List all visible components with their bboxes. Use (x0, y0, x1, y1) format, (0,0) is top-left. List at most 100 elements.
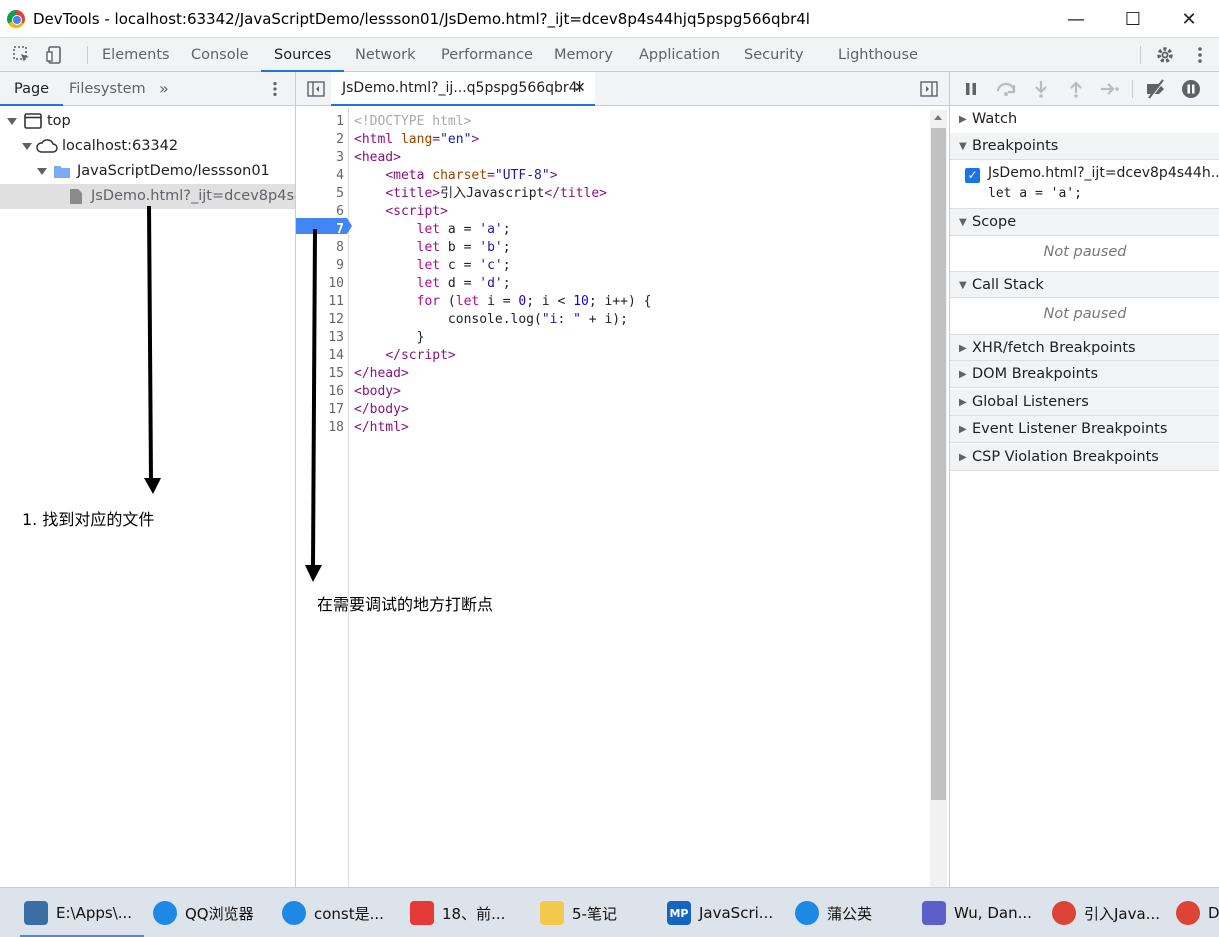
code-line[interactable]: <head> (354, 149, 401, 167)
taskbar-item[interactable]: QQ浏览器 (153, 888, 254, 937)
code-line[interactable]: <!DOCTYPE html> (354, 113, 471, 131)
watch-section-header[interactable]: ▶ Watch (950, 106, 1219, 133)
line-number[interactable]: 8 (296, 239, 344, 257)
code-line[interactable]: </head> (354, 365, 409, 383)
expand-triangle-icon[interactable] (22, 143, 32, 150)
minimize-button[interactable]: — (1053, 0, 1099, 38)
code-line[interactable]: let d = 'd'; (354, 275, 511, 293)
inspect-element-icon[interactable] (12, 45, 32, 65)
event-listener-breakpoints-section-header[interactable]: ▶ Event Listener Breakpoints (950, 416, 1219, 443)
line-number[interactable]: 9 (296, 257, 344, 275)
code-line[interactable]: <script> (354, 203, 448, 221)
more-tabs-icon[interactable]: » (159, 79, 169, 98)
device-toolbar-icon[interactable] (45, 45, 65, 65)
breakpoint-item[interactable]: ✓ JsDemo.html?_ijt=dcev8p4s44h... let a … (950, 161, 1219, 209)
line-number[interactable]: 11 (296, 293, 344, 311)
code-line[interactable]: <meta charset="UTF-8"> (354, 167, 557, 185)
line-number[interactable]: 13 (296, 329, 344, 347)
taskbar-item[interactable]: const是... (282, 888, 384, 937)
code-line[interactable]: <html lang="en"> (354, 131, 479, 149)
breakpoint-checkbox[interactable]: ✓ (965, 168, 980, 183)
pause-on-exceptions-icon[interactable] (1181, 79, 1201, 99)
more-options-icon[interactable] (1190, 45, 1210, 65)
code-line[interactable]: </script> (354, 347, 455, 365)
global-listeners-section-header[interactable]: ▶ Global Listeners (950, 389, 1219, 416)
scroll-up-arrow-icon[interactable] (934, 115, 942, 120)
toggle-navigator-icon[interactable] (307, 80, 325, 98)
line-number[interactable]: 17 (296, 401, 344, 419)
deactivate-breakpoints-icon[interactable] (1145, 79, 1167, 99)
chrome-icon (1176, 901, 1200, 925)
line-number[interactable]: 3 (296, 149, 344, 167)
taskbar-item[interactable]: 5-笔记 (540, 888, 617, 937)
line-number[interactable]: 2 (296, 131, 344, 149)
code-line[interactable]: let a = 'a'; (354, 221, 511, 239)
code-line[interactable]: let b = 'b'; (354, 239, 511, 257)
tab-filesystem[interactable]: Filesystem (69, 72, 146, 106)
tab-console[interactable]: Console (191, 38, 249, 72)
tab-security[interactable]: Security (744, 38, 804, 72)
line-number[interactable]: 12 (296, 311, 344, 329)
code-line[interactable]: let c = 'c'; (354, 257, 511, 275)
tree-node-host[interactable]: localhost:63342 (0, 134, 295, 159)
scope-section-header[interactable]: ▼ Scope (950, 209, 1219, 236)
code-line[interactable]: console.log("i: " + i); (354, 311, 628, 329)
taskbar-item[interactable]: MP JavaScri... (667, 888, 773, 937)
tab-application[interactable]: Application (639, 38, 720, 72)
line-number[interactable]: 6 (296, 203, 344, 221)
line-number[interactable]: 4 (296, 167, 344, 185)
code-line[interactable]: for (let i = 0; i < 10; i++) { (354, 293, 652, 311)
dom-breakpoints-section-header[interactable]: ▶ DOM Breakpoints (950, 361, 1219, 388)
taskbar-item[interactable]: 引入Java... (1052, 888, 1160, 937)
tab-lighthouse[interactable]: Lighthouse (838, 38, 918, 72)
vertical-scrollbar[interactable] (930, 110, 947, 887)
line-number[interactable]: 16 (296, 383, 344, 401)
call-stack-section-header[interactable]: ▼ Call Stack (950, 271, 1219, 298)
breakpoints-section-header[interactable]: ▼ Breakpoints (950, 133, 1219, 160)
tab-memory[interactable]: Memory (554, 38, 613, 72)
line-number[interactable]: 14 (296, 347, 344, 365)
tab-performance[interactable]: Performance (441, 38, 533, 72)
tree-node-top[interactable]: top (0, 109, 295, 134)
step-over-icon[interactable] (995, 81, 1017, 97)
line-number[interactable]: 15 (296, 365, 344, 383)
scrollbar-thumb[interactable] (931, 128, 946, 800)
expand-triangle-icon[interactable] (37, 168, 47, 175)
toggle-debugger-icon[interactable] (920, 80, 938, 98)
gear-icon[interactable] (1155, 45, 1175, 65)
taskbar-item[interactable]: E:\Apps\... (20, 888, 145, 937)
xhr-breakpoints-section-header[interactable]: ▶ XHR/fetch Breakpoints (950, 334, 1219, 361)
taskbar-item[interactable]: D (1176, 888, 1219, 937)
code-line[interactable]: } (354, 329, 425, 347)
taskbar-item[interactable]: 18、前... (410, 888, 505, 937)
tree-node-folder[interactable]: JavaScriptDemo/lessson01 (0, 159, 295, 184)
line-number[interactable]: 5 (296, 185, 344, 203)
close-tab-icon[interactable]: ✕ (574, 72, 586, 104)
line-number[interactable]: 1 (296, 113, 344, 131)
csp-violation-breakpoints-section-header[interactable]: ▶ CSP Violation Breakpoints (950, 444, 1219, 471)
section-title: Breakpoints (972, 138, 1059, 154)
step-icon[interactable] (1100, 81, 1120, 97)
pause-icon[interactable] (963, 81, 979, 97)
close-window-button[interactable]: ✕ (1166, 0, 1212, 38)
step-into-icon[interactable] (1034, 80, 1048, 98)
line-number[interactable]: 18 (296, 419, 344, 437)
tab-elements[interactable]: Elements (102, 38, 170, 72)
tree-node-file[interactable]: JsDemo.html?_ijt=dcev8p4s44l (0, 184, 295, 209)
more-options-icon[interactable] (266, 80, 284, 98)
code-line[interactable]: <title>引入Javascript</title> (354, 185, 607, 203)
code-line[interactable]: <body> (354, 383, 401, 401)
expand-triangle-icon[interactable] (7, 118, 17, 125)
taskbar-item[interactable]: Wu, Dan... (922, 888, 1032, 937)
tab-sources[interactable]: Sources (260, 38, 345, 72)
taskbar-item[interactable]: 蒲公英 (795, 888, 872, 937)
line-number[interactable]: 10 (296, 275, 344, 293)
code-line[interactable]: </body> (354, 401, 409, 419)
step-out-icon[interactable] (1069, 80, 1083, 98)
tab-page[interactable]: Page (0, 72, 64, 106)
editor-file-tab[interactable]: JsDemo.html?_ij...q5pspg566qbr4l ✕ (331, 72, 595, 106)
code-line[interactable]: </html> (354, 419, 409, 437)
line-number-breakpoint[interactable]: 7 (296, 221, 344, 239)
maximize-button[interactable]: ☐ (1110, 0, 1156, 38)
tab-network[interactable]: Network (355, 38, 416, 72)
